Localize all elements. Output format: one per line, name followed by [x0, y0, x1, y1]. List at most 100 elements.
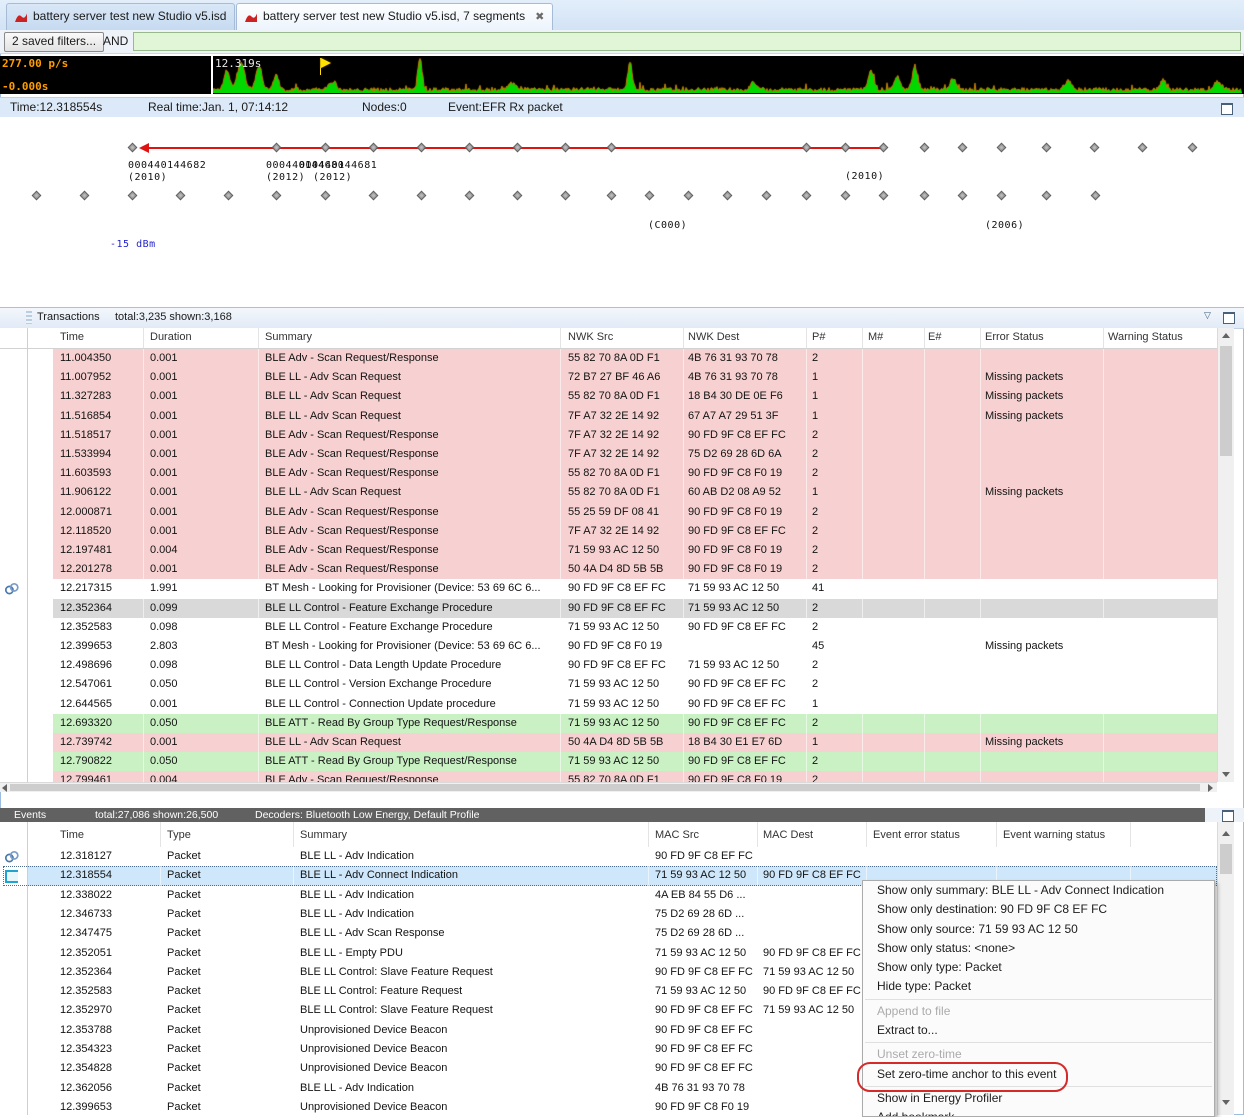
node-diamond-icon[interactable]: [128, 143, 138, 153]
menu-item-add-bookmark[interactable]: Add bookmark: [863, 1108, 1214, 1117]
transaction-row[interactable]: 11.0079520.001BLE LL - Adv Scan Request7…: [0, 368, 1217, 387]
node-diamond-icon[interactable]: [1188, 143, 1198, 153]
transaction-row[interactable]: 12.0008710.001BLE Adv - Scan Request/Res…: [0, 503, 1217, 522]
node-diamond-icon[interactable]: [723, 191, 733, 201]
column-header-nwk-src[interactable]: NWK Src: [568, 331, 613, 343]
scroll-right-icon[interactable]: [1208, 784, 1213, 792]
column-header-nwk-dest[interactable]: NWK Dest: [688, 331, 739, 343]
node-diamond-icon[interactable]: [684, 191, 694, 201]
transaction-row[interactable]: 11.3272830.001BLE LL - Adv Scan Request5…: [0, 387, 1217, 406]
node-diamond-icon[interactable]: [80, 191, 90, 201]
maximize-icon[interactable]: [1222, 810, 1234, 822]
column-header-m-[interactable]: M#: [868, 331, 883, 343]
transaction-row[interactable]: 12.3996532.803BT Mesh - Looking for Prov…: [0, 637, 1217, 656]
node-diamond-icon[interactable]: [879, 191, 889, 201]
maximize-icon[interactable]: [1223, 312, 1235, 324]
transaction-row[interactable]: 11.9061220.001BLE LL - Adv Scan Request5…: [0, 483, 1217, 502]
node-diamond-icon[interactable]: [1091, 191, 1101, 201]
transactions-horizontal-scrollbar[interactable]: [0, 782, 1217, 792]
node-map-panel[interactable]: -15 dBm 000440144682(2010)00044014468000…: [0, 117, 1244, 307]
scroll-down-icon[interactable]: [1222, 772, 1230, 777]
panel-grip[interactable]: [26, 311, 32, 324]
column-header-time[interactable]: Time: [60, 829, 84, 841]
transaction-row[interactable]: 11.6035930.001BLE Adv - Scan Request/Res…: [0, 464, 1217, 483]
filter-expression-input[interactable]: [133, 32, 1241, 51]
transaction-row[interactable]: 12.7397420.001BLE LL - Adv Scan Request5…: [0, 733, 1217, 752]
scroll-left-icon[interactable]: [2, 784, 7, 792]
node-diamond-icon[interactable]: [321, 191, 331, 201]
node-diamond-icon[interactable]: [32, 191, 42, 201]
node-diamond-icon[interactable]: [920, 191, 930, 201]
node-diamond-icon[interactable]: [762, 191, 772, 201]
menu-item-hide-type-packet[interactable]: Hide type: Packet: [863, 977, 1214, 996]
node-diamond-icon[interactable]: [224, 191, 234, 201]
column-header-mac-dest[interactable]: MAC Dest: [763, 829, 813, 841]
scrollbar-thumb[interactable]: [10, 784, 1200, 791]
transaction-row[interactable]: 12.3525830.098BLE LL Control - Feature E…: [0, 618, 1217, 637]
close-icon[interactable]: ✖: [535, 11, 544, 23]
node-diamond-icon[interactable]: [561, 191, 571, 201]
column-header-time[interactable]: Time: [60, 331, 84, 343]
column-header-warning-status[interactable]: Warning Status: [1108, 331, 1183, 343]
filter-collapse-icon[interactable]: ▽: [1204, 310, 1211, 321]
node-diamond-icon[interactable]: [1090, 143, 1100, 153]
node-diamond-icon[interactable]: [841, 191, 851, 201]
transaction-row[interactable]: 12.6445650.001BLE LL Control - Connectio…: [0, 695, 1217, 714]
column-header-e-[interactable]: E#: [928, 331, 941, 343]
column-header-error-status[interactable]: Error Status: [985, 331, 1044, 343]
node-diamond-icon[interactable]: [958, 143, 968, 153]
transactions-column-header[interactable]: Time Duration Summary NWK Src NWK Dest P# M# E#…: [0, 328, 1217, 349]
column-header-event-warning-status[interactable]: Event warning status: [1003, 829, 1105, 841]
scroll-down-icon[interactable]: [1222, 1100, 1230, 1105]
node-diamond-icon[interactable]: [513, 191, 523, 201]
column-header-p-[interactable]: P#: [812, 331, 825, 343]
node-diamond-icon[interactable]: [128, 191, 138, 201]
transaction-row[interactable]: 11.5168540.001BLE LL - Adv Scan Request7…: [0, 407, 1217, 426]
node-diamond-icon[interactable]: [417, 191, 427, 201]
node-diamond-icon[interactable]: [607, 191, 617, 201]
column-header-duration[interactable]: Duration: [150, 331, 192, 343]
transaction-row[interactable]: 12.5470610.050BLE LL Control - Version E…: [0, 675, 1217, 694]
transaction-row[interactable]: 12.4986960.098BLE LL Control - Data Leng…: [0, 656, 1217, 675]
tab-capture-file-2-active[interactable]: battery server test new Studio v5.isd, 7…: [236, 3, 553, 30]
node-diamond-icon[interactable]: [920, 143, 930, 153]
transaction-row[interactable]: 11.5339940.001BLE Adv - Scan Request/Res…: [0, 445, 1217, 464]
column-header-mac-src[interactable]: MAC Src: [655, 829, 699, 841]
node-diamond-icon[interactable]: [176, 191, 186, 201]
transaction-row[interactable]: 11.5185170.001BLE Adv - Scan Request/Res…: [0, 426, 1217, 445]
transaction-row[interactable]: 12.2173151.991BT Mesh - Looking for Prov…: [0, 579, 1217, 598]
tab-capture-file-1[interactable]: battery server test new Studio v5.isd: [6, 3, 235, 30]
transaction-row[interactable]: 12.7994610.004BLE Adv - Scan Request/Res…: [0, 771, 1217, 782]
menu-item-extract-to-[interactable]: Extract to...: [863, 1021, 1214, 1040]
column-header-event-error-status[interactable]: Event error status: [873, 829, 960, 841]
menu-item-show-only-source-71-59-93-ac-12-50[interactable]: Show only source: 71 59 93 AC 12 50: [863, 920, 1214, 939]
transaction-row[interactable]: 12.7908220.050BLE ATT - Read By Group Ty…: [0, 752, 1217, 771]
node-diamond-icon[interactable]: [369, 143, 379, 153]
scrollbar-thumb[interactable]: [1220, 346, 1232, 456]
transactions-table[interactable]: 11.0043500.001BLE Adv - Scan Request/Res…: [0, 349, 1217, 782]
menu-item-show-only-summary-ble-ll-adv-connect-ind[interactable]: Show only summary: BLE LL - Adv Connect …: [863, 881, 1214, 900]
node-diamond-icon[interactable]: [465, 191, 475, 201]
column-header-summary[interactable]: Summary: [265, 331, 312, 343]
transactions-vertical-scrollbar[interactable]: [1217, 328, 1234, 782]
column-header-type[interactable]: Type: [167, 829, 191, 841]
transaction-row[interactable]: 12.3523640.099BLE LL Control - Feature E…: [0, 599, 1217, 618]
node-diamond-icon[interactable]: [1042, 143, 1052, 153]
node-diamond-icon[interactable]: [607, 143, 617, 153]
node-diamond-icon[interactable]: [958, 191, 968, 201]
node-diamond-icon[interactable]: [272, 191, 282, 201]
node-diamond-icon[interactable]: [802, 143, 812, 153]
node-diamond-icon[interactable]: [513, 143, 523, 153]
events-vertical-scrollbar[interactable]: [1217, 822, 1234, 1115]
node-diamond-icon[interactable]: [561, 143, 571, 153]
scroll-up-icon[interactable]: [1222, 831, 1230, 836]
node-diamond-icon[interactable]: [1138, 143, 1148, 153]
menu-item-show-only-destination-90-fd-9f-c8-ef-fc[interactable]: Show only destination: 90 FD 9F C8 EF FC: [863, 900, 1214, 919]
zero-time-flag-icon[interactable]: [321, 58, 331, 68]
node-diamond-icon[interactable]: [997, 143, 1007, 153]
saved-filters-button[interactable]: 2 saved filters...: [4, 32, 104, 52]
events-column-header[interactable]: Time Type Summary MAC Src MAC Dest Event erro…: [0, 822, 1217, 848]
column-header-summary[interactable]: Summary: [300, 829, 347, 841]
node-diamond-icon[interactable]: [1042, 191, 1052, 201]
event-row[interactable]: 12.318127PacketBLE LL - Adv Indication90…: [0, 847, 1217, 866]
